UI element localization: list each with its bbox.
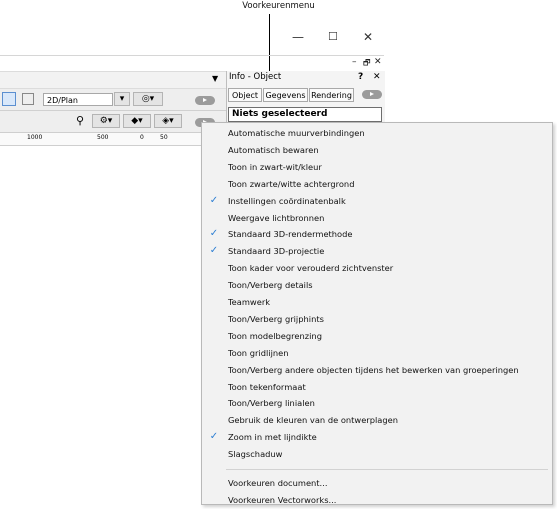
- menu-item-label: Standaard 3D-rendermethode: [228, 229, 353, 240]
- window-maximize-button[interactable]: ☐: [328, 30, 338, 43]
- menu-item-label: Teamwerk: [228, 297, 271, 307]
- layout-icon[interactable]: [22, 93, 34, 105]
- menu-item-toon-verberg-details[interactable]: Toon/Verberg details: [202, 277, 552, 294]
- menu-item-voorkeuren-document[interactable]: Voorkeuren document...: [202, 475, 552, 492]
- projection-button[interactable]: ◆▾: [123, 114, 151, 128]
- render-toolbar: ⚲ ⚙▾ ◆▾ ◈▾: [0, 111, 226, 132]
- menu-item-standaard-3d-projectie[interactable]: ✓ Standaard 3D-projectie: [202, 243, 552, 260]
- menu-item-automatisch-bewaren[interactable]: Automatisch bewaren: [202, 142, 552, 159]
- flyover-icon[interactable]: ⚲: [76, 114, 84, 127]
- callout-label: Voorkeurenmenu: [242, 1, 315, 11]
- menu-item-toon-zwarte-witte-achtergrond[interactable]: Toon zwarte/witte achtergrond: [202, 176, 552, 193]
- window-minimize-button[interactable]: —: [292, 30, 304, 44]
- menu-item-automatische-muurverbindingen[interactable]: Automatische muurverbindingen: [202, 125, 552, 142]
- ruler-tick-label: 500: [97, 134, 109, 141]
- menu-item-toon-kader-voor-verouderd-zichtvenster[interactable]: Toon kader voor verouderd zichtvenster: [202, 260, 552, 277]
- window-close-button[interactable]: ✕: [363, 30, 373, 44]
- menu-item-label: Toon zwarte/witte achtergrond: [228, 178, 355, 189]
- preferences-menu: Automatische muurverbindingen Automatisch…: [201, 122, 553, 505]
- menu-item-label: Gebruik de kleuren van de ontwerplagen: [228, 415, 399, 426]
- menu-item-label: Automatisch bewaren: [228, 144, 319, 155]
- tab-object[interactable]: Object: [228, 88, 262, 102]
- ruler-tick-label: 50: [160, 134, 168, 141]
- ruler-tick-label: 1000: [27, 134, 43, 141]
- menu-item-voorkeuren-vectorworks[interactable]: Voorkeuren Vectorworks...: [202, 492, 552, 509]
- menu-item-toon-verberg-linialen[interactable]: Toon/Verberg linialen: [202, 395, 552, 412]
- menu-item-label: Instellingen coördinatenbalk: [228, 195, 346, 206]
- checkmark-icon: ✓: [209, 194, 219, 206]
- menu-item-label: Voorkeuren Vectorworks...: [228, 494, 337, 505]
- menu-separator: [226, 469, 548, 470]
- menu-item-toon-modelbegrenzing[interactable]: Toon modelbegrenzing: [202, 328, 552, 345]
- toolbar-expand-pill[interactable]: [195, 96, 215, 105]
- view-rotation-button[interactable]: ◎▾: [133, 92, 163, 106]
- plan-view-select[interactable]: 2D/Plan: [43, 93, 113, 106]
- menu-item-instellingen-coordinatenbalk[interactable]: ✓ Instellingen coördinatenbalk: [202, 193, 552, 210]
- info-palette-title: Info - Object: [229, 72, 282, 82]
- menu-item-toon-gridlijnen[interactable]: Toon gridlijnen: [202, 345, 552, 362]
- menu-item-toon-in-zwart-wit-kleur[interactable]: Toon in zwart-wit/kleur: [202, 159, 552, 176]
- palette-restore-button[interactable]: 🗗: [363, 57, 371, 71]
- info-help-button[interactable]: ?: [358, 72, 363, 82]
- view-bar: ▼: [0, 71, 226, 89]
- horizontal-ruler: 1000 500 0 50: [0, 132, 226, 146]
- checkmark-icon: ✓: [209, 228, 219, 240]
- ruler-tick-label: 0: [140, 134, 144, 141]
- menu-item-label: Toon/Verberg details: [228, 280, 313, 291]
- view-toolbar: 2D/Plan ▾ ◎▾: [0, 89, 226, 111]
- menu-item-label: Toon modelbegrenzing: [228, 330, 322, 341]
- menu-item-label: Toon gridlijnen: [228, 347, 289, 358]
- view-bar-dropdown-arrow[interactable]: ▼: [212, 74, 218, 83]
- menu-item-label: Toon/Verberg grijphints: [228, 313, 324, 324]
- menu-item-toon-verberg-grijphints[interactable]: Toon/Verberg grijphints: [202, 311, 552, 328]
- menu-item-label: Standaard 3D-projectie: [228, 246, 325, 257]
- menu-item-teamwerk[interactable]: Teamwerk: [202, 294, 552, 311]
- snap-button[interactable]: ◈▾: [154, 114, 182, 128]
- selection-status: Niets geselecteerd: [228, 107, 382, 122]
- palette-minimize-button[interactable]: –: [352, 57, 357, 67]
- menu-item-label: Toon in zwart-wit/kleur: [228, 161, 322, 172]
- menu-item-standaard-3d-rendermethode[interactable]: ✓ Standaard 3D-rendermethode: [202, 226, 552, 243]
- info-close-button[interactable]: ✕: [373, 72, 381, 82]
- menu-item-weergave-lichtbronnen[interactable]: Weergave lichtbronnen: [202, 210, 552, 227]
- menu-item-toon-verberg-andere-objecten-tijdens-het-bewerken-van-groeperingen[interactable]: Toon/Verberg andere objecten tijdens het…: [202, 362, 552, 379]
- menu-item-label: Toon kader voor verouderd zichtvenster: [228, 263, 394, 274]
- palette-close-button[interactable]: ✕: [374, 57, 382, 67]
- tab-gegevens[interactable]: Gegevens: [263, 88, 308, 102]
- menu-item-gebruik-de-kleuren-van-de-ontwerplagen[interactable]: Gebruik de kleuren van de ontwerplagen: [202, 412, 552, 429]
- menu-item-label: Toon tekenformaat: [228, 381, 306, 392]
- menu-item-label: Slagschaduw: [228, 449, 283, 460]
- menu-item-label: Toon/Verberg linialen: [228, 398, 315, 409]
- plan-view-dropdown-button[interactable]: ▾: [114, 92, 130, 106]
- checkmark-icon: ✓: [209, 245, 219, 257]
- menu-item-slagschaduw[interactable]: Slagschaduw: [202, 446, 552, 463]
- view-mode-icon[interactable]: [2, 92, 16, 106]
- tab-rendering[interactable]: Rendering: [309, 88, 354, 102]
- info-expand-pill[interactable]: [362, 90, 382, 99]
- window-divider: [0, 55, 384, 56]
- menu-item-label: Toon/Verberg andere objecten tijdens het…: [228, 364, 519, 375]
- menu-item-zoom-in-met-lijndikte[interactable]: ✓ Zoom in met lijndikte: [202, 429, 552, 446]
- menu-item-label: Automatische muurverbindingen: [228, 128, 365, 138]
- menu-item-label: Weergave lichtbronnen: [228, 212, 325, 223]
- menu-item-toon-tekenformaat[interactable]: Toon tekenformaat: [202, 379, 552, 396]
- render-mode-button[interactable]: ⚙▾: [92, 114, 120, 128]
- checkmark-icon: ✓: [209, 431, 219, 443]
- menu-item-label: Voorkeuren document...: [228, 478, 328, 488]
- menu-item-label: Zoom in met lijndikte: [228, 432, 317, 443]
